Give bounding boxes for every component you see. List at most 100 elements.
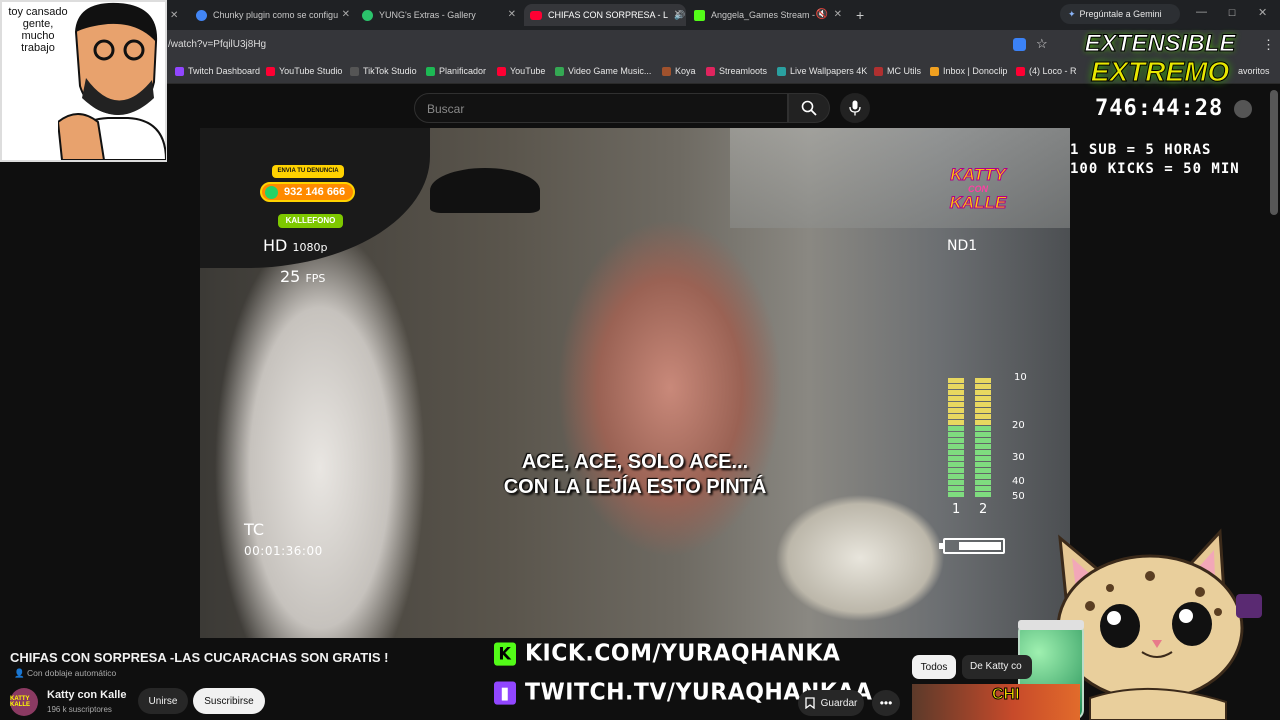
bookmark-donoclip[interactable]: Inbox | Donoclip <box>930 66 1007 76</box>
twitch-icon: ▮ <box>494 680 516 705</box>
minimize-icon[interactable]: — <box>1196 6 1207 18</box>
search-input[interactable]: Buscar <box>414 93 788 123</box>
nd-filter-label: ND1 <box>947 238 978 254</box>
bookmark-live-wallpapers[interactable]: Live Wallpapers 4K <box>777 66 867 76</box>
search-icon <box>801 100 817 116</box>
shelf-area <box>730 128 1070 228</box>
dubbing-icon: 👤 <box>14 668 27 678</box>
close-icon[interactable]: ✕ <box>342 9 350 20</box>
subtitle-line-1: ACE, ACE, SOLO ACE... <box>521 451 749 473</box>
google-icon <box>196 9 207 21</box>
filter-chip-channel[interactable]: De Katty co <box>962 655 1032 679</box>
battery-icon <box>939 538 1005 554</box>
bookmark-youtube[interactable]: YouTube <box>497 66 545 76</box>
tab-yungs-extras[interactable]: YUNG's Extras - Gallery ✕ <box>362 4 520 26</box>
tab-title: Anggela_Games Stream - V <box>711 10 824 20</box>
save-button[interactable]: Guardar <box>798 690 864 716</box>
channel-avatar[interactable]: KATTY KALLE <box>10 688 38 716</box>
subtitle-line-2: CON LA LEJÍA ESTO PINTÁ <box>503 476 767 498</box>
bookmark-planificador[interactable]: Planificador <box>426 66 486 76</box>
new-tab-button[interactable]: + <box>856 4 872 26</box>
tab-anggela-stream[interactable]: Anggela_Games Stream - V 🔇 ✕ <box>694 4 846 26</box>
tiktok-icon <box>350 66 359 76</box>
user-avatar[interactable] <box>1234 100 1252 118</box>
youtube-studio-icon <box>266 66 275 76</box>
auto-dubbing-label: 👤 Con doblaje automático <box>14 668 117 678</box>
streamer-cartoon-avatar <box>58 2 166 160</box>
bookmark-star-icon[interactable]: ☆ <box>1036 36 1048 52</box>
cap-shape <box>430 168 540 213</box>
bookmark-koya[interactable]: Koya <box>662 66 696 76</box>
subathon-timer: 746:44:28 <box>1095 96 1224 121</box>
music-icon <box>555 66 564 76</box>
translate-icon[interactable] <box>1013 38 1026 51</box>
menu-icon[interactable]: ⋮ <box>1262 37 1275 53</box>
mc-icon <box>874 66 883 76</box>
channel-watermark-icon <box>1236 594 1262 618</box>
bookmark-youtube-studio[interactable]: YouTube Studio <box>266 66 342 76</box>
denuncia-banner: ENVIA TU DENUNCIA <box>272 165 344 178</box>
kick-icon: K <box>494 641 516 666</box>
maximize-icon[interactable]: ☐ <box>1228 8 1236 19</box>
video-title: CHIFAS CON SORPRESA -LAS CUCARACHAS SON … <box>10 650 389 665</box>
extras-icon <box>362 9 373 21</box>
whatsapp-icon <box>265 186 278 199</box>
join-button[interactable]: Unirse <box>138 688 188 714</box>
streamloots-icon <box>706 66 715 76</box>
microphone-icon <box>849 100 861 116</box>
meter-channel-label-1: 1 <box>952 502 961 517</box>
video-subtitle: ACE, ACE, SOLO ACE... CON LA LEJÍA ESTO … <box>200 450 1070 500</box>
donoclip-icon <box>930 66 939 76</box>
youtube-icon <box>530 10 542 20</box>
bookmark-video-game-music[interactable]: Video Game Music... <box>555 66 651 76</box>
window-close-icon[interactable]: ✕ <box>1258 6 1267 19</box>
filter-chip-all[interactable]: Todos <box>912 655 956 679</box>
extensible-text: EXTENSIBLE <box>1084 30 1236 58</box>
bookmark-mc-utils[interactable]: MC Utils <box>874 66 921 76</box>
gemini-button[interactable]: ✦ Pregúntale a Gemini <box>1060 4 1180 24</box>
more-actions-button[interactable]: ••• <box>872 690 900 716</box>
youtube-icon <box>1016 66 1025 76</box>
tab-title: Chunky plugin como se configu <box>213 10 339 20</box>
subscriber-count: 196 k suscriptores <box>47 705 112 714</box>
tab-title: YUNG's Extras - Gallery <box>379 10 476 20</box>
close-icon[interactable]: ✕ <box>508 9 516 20</box>
meter-scale-10: 10 <box>1014 372 1027 383</box>
close-icon[interactable]: ✕ <box>834 9 842 20</box>
bookmark-streamloots[interactable]: Streamloots <box>706 66 767 76</box>
youtube-icon <box>497 66 506 76</box>
tab-chifas-video[interactable]: CHIFAS CON SORPRESA - L 🔊 ✕ <box>524 4 686 26</box>
twitch-icon <box>175 66 184 76</box>
tab-close-icon[interactable]: ✕ <box>170 4 184 26</box>
planner-icon <box>426 66 435 76</box>
search-button[interactable] <box>788 93 830 123</box>
fps-label: 25 FPS <box>280 267 326 286</box>
rule-subs: 1 SUB = 5 HORAS <box>1070 142 1212 158</box>
video-player[interactable]: ENVIA TU DENUNCIA 932 146 666 KALLEFONO … <box>200 128 1070 638</box>
koya-icon <box>662 66 671 76</box>
voice-search-button[interactable] <box>840 93 870 123</box>
tc-label: TC <box>244 520 265 539</box>
recommended-video-thumbnail[interactable]: CHI <box>912 684 1080 720</box>
subscribe-button[interactable]: Suscribirse <box>193 688 265 714</box>
rule-kicks: 100 KICKS = 50 MIN <box>1070 161 1240 177</box>
extremo-text: EXTREMO <box>1090 56 1230 87</box>
globe-icon <box>777 66 786 76</box>
bookmark-twitch-dashboard[interactable]: Twitch Dashboard <box>175 66 260 76</box>
kallefono-badge: KALLEFONO <box>278 214 343 228</box>
timecode: 00:01:36:00 <box>244 544 323 558</box>
katty-con-kalle-logo: KATTY CON KALLE <box>949 165 1007 212</box>
tab-chunky-plugin[interactable]: Chunky plugin como se configu ✕ <box>196 4 354 26</box>
hd-label: HD 1080p <box>263 236 328 255</box>
close-icon[interactable]: ✕ <box>674 9 682 20</box>
url-field[interactable]: /watch?v=PfqilU3j8Hg <box>168 39 266 50</box>
page-scrollbar[interactable] <box>1270 90 1278 215</box>
meter-scale-20: 20 <box>1012 420 1025 431</box>
mute-icon[interactable]: 🔇 <box>816 9 828 20</box>
kick-promo: K KICK.COM/YURAQHANKA <box>494 640 840 667</box>
channel-name[interactable]: Katty con Kalle <box>47 689 126 701</box>
streamer-webcam-overlay: toy cansado gente, mucho trabajo <box>0 0 167 162</box>
gemini-sparkle-icon: ✦ <box>1068 8 1076 19</box>
phone-banner: 932 146 666 <box>260 182 355 202</box>
bookmark-tiktok-studio[interactable]: TikTok Studio <box>350 66 417 76</box>
